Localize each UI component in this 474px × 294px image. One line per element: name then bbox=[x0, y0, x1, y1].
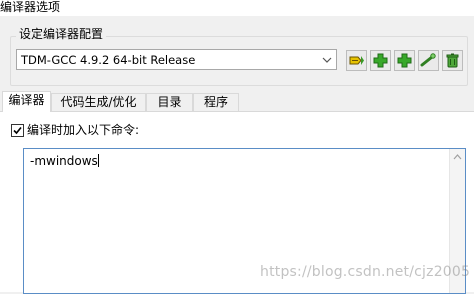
compiler-profile-select[interactable]: TDM-GCC 4.9.2 64-bit Release bbox=[16, 49, 337, 70]
delete-profile-button[interactable] bbox=[442, 50, 463, 71]
tab-compiler[interactable]: 编译器 bbox=[2, 91, 51, 112]
watermark: https://blog.csdn.net/cjz2005 bbox=[260, 264, 471, 280]
tab-directories[interactable]: 目录 bbox=[146, 93, 193, 111]
checkmark-icon bbox=[13, 126, 22, 135]
window-title: 编译器选项 bbox=[0, 0, 61, 14]
compiler-commands-text: -mwindows bbox=[30, 154, 98, 168]
tab-compiler-label: 编译器 bbox=[8, 93, 45, 107]
compiler-set-group-label: 设定编译器配置 bbox=[16, 26, 107, 42]
tab-programs-label: 程序 bbox=[203, 95, 228, 109]
compiler-options-window: 编译器选项 设定编译器配置 TDM-GCC 4.9.2 64-bit Relea… bbox=[0, 0, 474, 294]
rename-profile-button[interactable] bbox=[346, 50, 367, 71]
tab-code-generation[interactable]: 代码生成/优化 bbox=[51, 93, 146, 111]
add-commands-label: 编译时加入以下命令: bbox=[27, 123, 140, 137]
compiler-profile-value: TDM-GCC 4.9.2 64-bit Release bbox=[21, 53, 196, 67]
add-profile-button[interactable] bbox=[370, 50, 391, 71]
chevron-down-icon[interactable] bbox=[320, 52, 334, 67]
title-bar: 编译器选项 bbox=[0, 0, 474, 16]
tab-directories-label: 目录 bbox=[157, 95, 182, 109]
find-compiler-button[interactable] bbox=[418, 50, 439, 71]
tab-programs[interactable]: 程序 bbox=[193, 93, 239, 111]
text-caret bbox=[97, 154, 99, 167]
tab-code-generation-label: 代码生成/优化 bbox=[60, 95, 137, 109]
add-empty-profile-button[interactable] bbox=[394, 50, 415, 71]
add-commands-checkbox[interactable] bbox=[11, 124, 24, 137]
scroll-up-icon[interactable] bbox=[450, 149, 465, 165]
